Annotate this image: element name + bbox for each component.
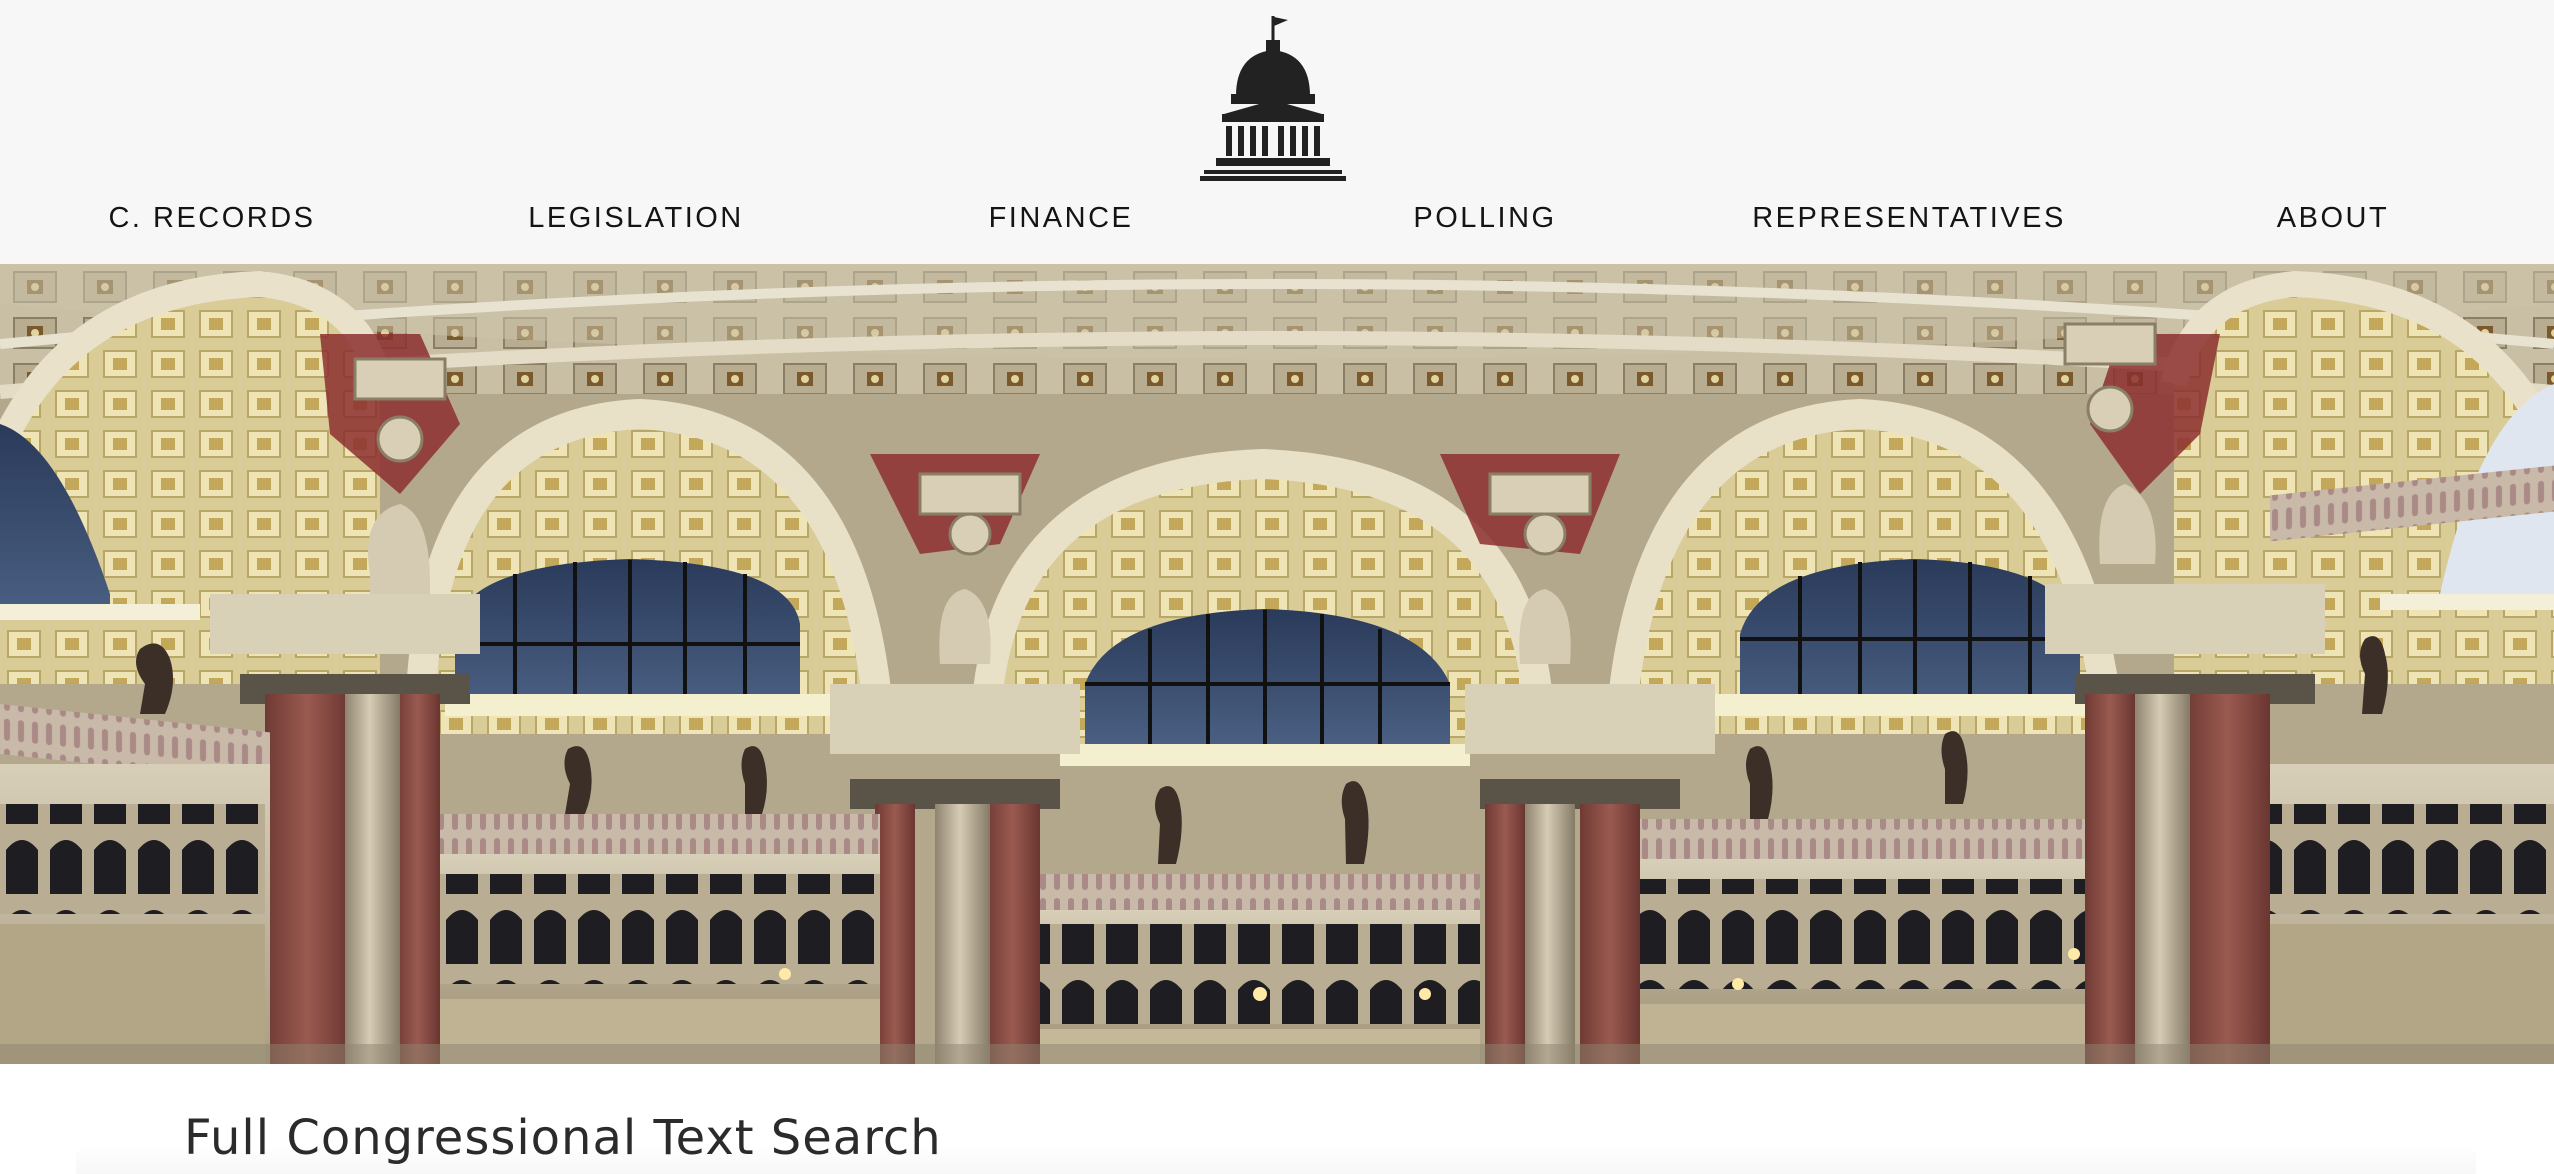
nav-item-representatives[interactable]: REPRESENTATIVES <box>1697 202 2121 235</box>
title-band: Full Congressional Text Search <box>0 1064 2554 1174</box>
nav-item-legislation[interactable]: LEGISLATION <box>424 202 848 235</box>
hero-image <box>0 264 2554 1064</box>
main-nav: C. RECORDS LEGISLATION FINANCE POLLING R… <box>0 192 2554 252</box>
reading-room-illustration <box>0 264 2554 1064</box>
nav-item-polling[interactable]: POLLING <box>1273 202 1697 235</box>
page-title: Full Congressional Text Search <box>184 1110 942 1166</box>
nav-item-about[interactable]: ABOUT <box>2121 202 2545 235</box>
capitol-dome-icon[interactable] <box>1198 14 1348 184</box>
site-header: C. RECORDS LEGISLATION FINANCE POLLING R… <box>0 0 2554 264</box>
nav-item-c-records[interactable]: C. RECORDS <box>0 202 424 235</box>
nav-item-finance[interactable]: FINANCE <box>849 202 1273 235</box>
